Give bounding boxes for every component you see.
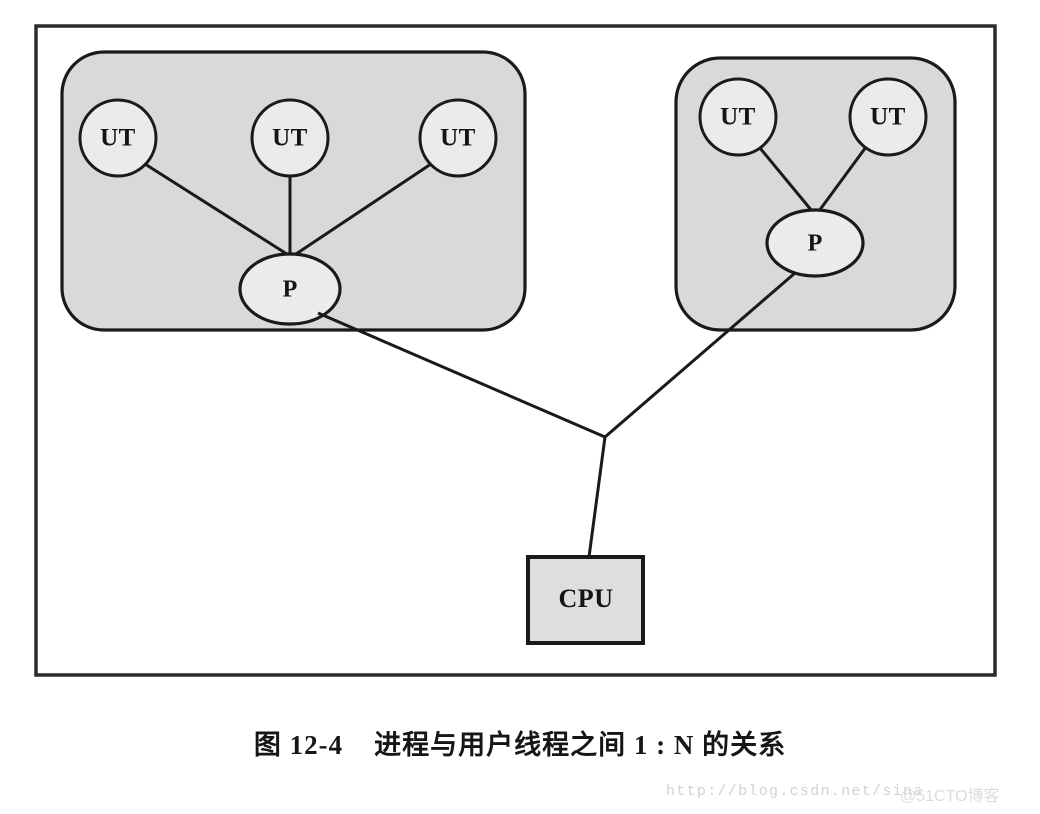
ut-node-left-1-label: UT [100, 125, 136, 152]
p-node-left-label: P [283, 277, 298, 303]
ut-node-right-1-label: UT [720, 104, 756, 131]
ut-node-left-3-label: UT [440, 125, 476, 152]
watermark-url: http://blog.csdn.net/sina [666, 783, 924, 800]
ut-node-right-2-label: UT [870, 104, 906, 131]
figure-container: UT UT UT P UT UT P CPU 图 12-4 进程与用户线程之间 … [0, 0, 1040, 814]
cpu-box-label: CPU [559, 584, 614, 613]
process-thread-diagram: UT UT UT P UT UT P CPU [34, 24, 997, 677]
figure-caption: 图 12-4 进程与用户线程之间 1 : N 的关系 [253, 730, 787, 760]
ut-node-left-2-label: UT [272, 125, 308, 152]
watermark-logo: @51CTO博客 [900, 788, 1000, 805]
p-node-right-label: P [808, 231, 823, 257]
